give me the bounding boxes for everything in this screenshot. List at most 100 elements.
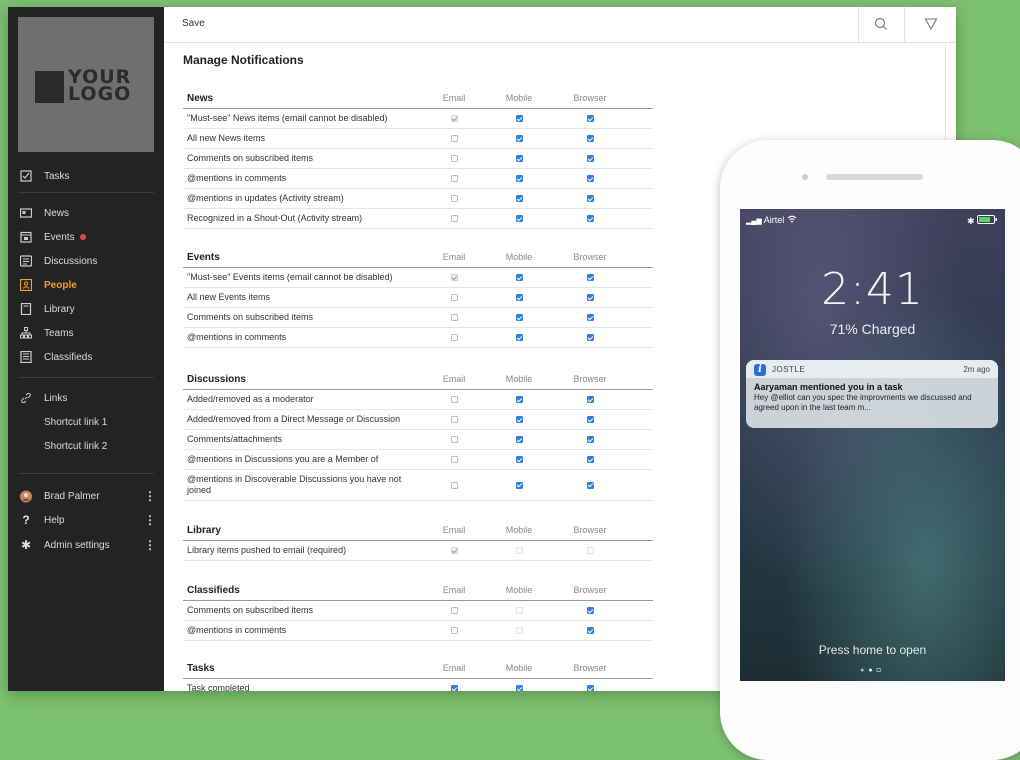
mobile-checkbox[interactable]: [515, 314, 523, 321]
email-checkbox[interactable]: [450, 155, 458, 162]
logo-line-2: LOGO: [68, 83, 132, 105]
email-checkbox[interactable]: [450, 334, 458, 341]
section-header: News Email Mobile Browser: [183, 88, 653, 109]
mobile-checkbox[interactable]: [515, 481, 523, 489]
sidebar-item-classifieds[interactable]: Classifieds: [8, 347, 164, 367]
mobile-checkbox[interactable]: [515, 135, 523, 142]
browser-checkbox[interactable]: [586, 334, 594, 341]
mobile-checkbox[interactable]: [515, 436, 523, 443]
section-title: Discussions: [187, 374, 246, 385]
press-home-hint: Press home to open: [818, 643, 927, 657]
notification-label: @mentions in comments: [187, 332, 287, 342]
more-options-icon[interactable]: ⋮: [144, 489, 156, 503]
column-header-email: Email: [442, 585, 466, 595]
filter-icon[interactable]: [923, 16, 939, 32]
mobile-checkbox: [515, 607, 523, 614]
mobile-checkbox[interactable]: [515, 175, 523, 182]
sidebar-item-teams[interactable]: Teams: [8, 323, 164, 343]
notification-row: Recognized in a Shout-Out (Activity stre…: [183, 209, 653, 229]
email-checkbox[interactable]: [450, 396, 458, 403]
help-item[interactable]: ? Help ⋮: [8, 510, 164, 530]
notification-row: "Must-see" News items (email cannot be d…: [183, 109, 653, 129]
mobile-checkbox[interactable]: [515, 416, 523, 423]
notification-label: Library items pushed to email (required): [187, 545, 347, 555]
browser-checkbox[interactable]: [586, 627, 594, 634]
browser-checkbox[interactable]: [586, 135, 594, 142]
push-notification[interactable]: i JOSTLE 2m ago Aaryaman mentioned you i…: [746, 360, 998, 428]
email-checkbox[interactable]: [450, 627, 458, 634]
mobile-checkbox[interactable]: [515, 195, 523, 202]
page-indicator: ●●◘: [860, 667, 885, 674]
notification-app-name: JOSTLE: [772, 365, 806, 374]
email-checkbox[interactable]: [450, 456, 458, 463]
mobile-checkbox[interactable]: [515, 274, 523, 281]
email-checkbox[interactable]: [450, 607, 458, 614]
shortcut-link-label: Shortcut link 1: [44, 416, 108, 428]
notification-row: Added/removed as a moderator: [183, 390, 653, 410]
save-button[interactable]: Save: [182, 18, 205, 29]
mobile-checkbox[interactable]: [515, 396, 523, 403]
browser-checkbox[interactable]: [586, 175, 594, 182]
admin-settings-item[interactable]: ✱ Admin settings ⋮: [8, 535, 164, 555]
page-title: Manage Notifications: [183, 53, 304, 67]
search-icon[interactable]: [873, 16, 889, 32]
notification-row: Added/removed from a Direct Message or D…: [183, 410, 653, 430]
mobile-checkbox[interactable]: [515, 294, 523, 301]
jostle-app-icon: i: [754, 364, 766, 376]
notification-time: 2m ago: [963, 365, 990, 374]
email-checkbox[interactable]: [450, 135, 458, 142]
sidebar-item-library[interactable]: Library: [8, 299, 164, 319]
browser-checkbox: [586, 547, 594, 554]
browser-checkbox[interactable]: [586, 416, 594, 423]
notification-row: "Must-see" Events items (email cannot be…: [183, 268, 653, 288]
browser-checkbox[interactable]: [586, 195, 594, 202]
browser-checkbox[interactable]: [586, 155, 594, 162]
email-checkbox[interactable]: [450, 195, 458, 202]
mobile-checkbox[interactable]: [515, 685, 523, 691]
browser-checkbox[interactable]: [586, 456, 594, 463]
notification-label: All new Events items: [187, 292, 271, 302]
shortcut-link-1[interactable]: Shortcut link 1: [8, 412, 164, 432]
more-options-icon[interactable]: ⋮: [144, 513, 156, 527]
sidebar-item-events[interactable]: Events: [8, 227, 164, 247]
browser-checkbox[interactable]: [586, 685, 594, 691]
notification-dot: [79, 233, 86, 240]
email-checkbox[interactable]: [450, 416, 458, 423]
browser-checkbox[interactable]: [586, 607, 594, 614]
mobile-checkbox[interactable]: [515, 334, 523, 341]
browser-checkbox[interactable]: [586, 396, 594, 403]
browser-checkbox[interactable]: [586, 314, 594, 321]
email-checkbox[interactable]: [450, 436, 458, 443]
browser-checkbox[interactable]: [586, 294, 594, 301]
section-header: Library Email Mobile Browser: [183, 520, 653, 541]
help-label: Help: [44, 514, 65, 526]
browser-checkbox[interactable]: [586, 215, 594, 222]
sidebar-item-people[interactable]: People: [8, 275, 164, 295]
mobile-checkbox[interactable]: [515, 215, 523, 222]
email-checkbox[interactable]: [450, 314, 458, 321]
more-options-icon[interactable]: ⋮: [144, 538, 156, 552]
browser-checkbox[interactable]: [586, 481, 594, 489]
mobile-checkbox[interactable]: [515, 456, 523, 463]
email-checkbox[interactable]: [450, 294, 458, 301]
notification-row: All new News items: [183, 129, 653, 149]
email-checkbox[interactable]: [450, 481, 458, 489]
user-profile[interactable]: Brad Palmer ⋮: [8, 486, 164, 506]
browser-checkbox[interactable]: [586, 274, 594, 281]
email-checkbox[interactable]: [450, 685, 458, 691]
mobile-checkbox[interactable]: [515, 155, 523, 162]
email-checkbox[interactable]: [450, 215, 458, 222]
email-checkbox[interactable]: [450, 175, 458, 182]
shortcut-link-2[interactable]: Shortcut link 2: [8, 436, 164, 456]
sidebar-item-news[interactable]: News: [8, 203, 164, 223]
sidebar-item-label: Discussions: [44, 255, 98, 267]
browser-checkbox[interactable]: [586, 436, 594, 443]
mobile-checkbox[interactable]: [515, 115, 523, 122]
notification-row: Comments on subscribed items: [183, 601, 653, 621]
sidebar-item-label: People: [44, 279, 77, 291]
sidebar-item-tasks[interactable]: Tasks: [8, 166, 164, 186]
browser-checkbox[interactable]: [586, 115, 594, 122]
notification-label: @mentions in Discussions you are a Membe…: [187, 454, 379, 464]
sidebar-item-discussions[interactable]: Discussions: [8, 251, 164, 271]
status-bar-right: ✱: [967, 215, 999, 227]
